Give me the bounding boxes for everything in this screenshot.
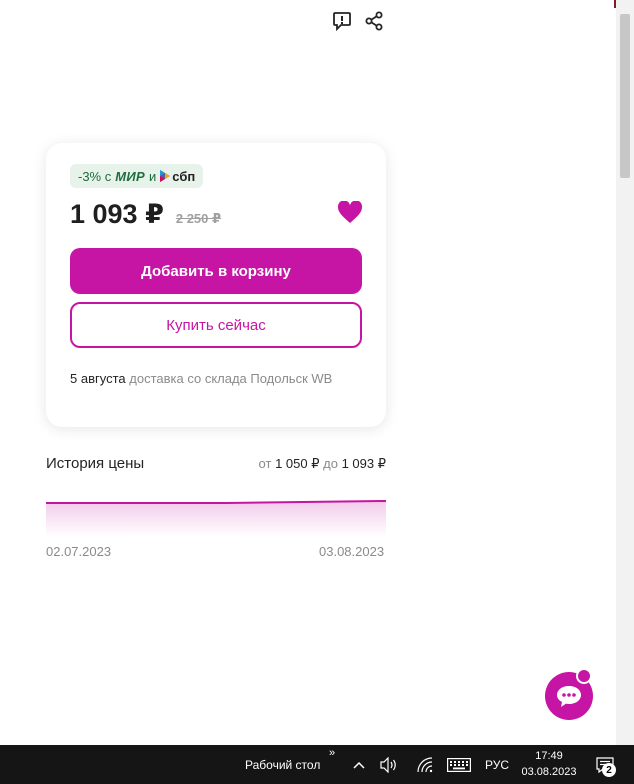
sbp-icon xyxy=(160,170,171,182)
current-price: 1 093 ₽ xyxy=(70,199,164,229)
clock-date: 03.08.2023 xyxy=(521,766,577,778)
clock-time: 17:49 xyxy=(535,750,563,762)
range-from-value: 1 050 ₽ xyxy=(275,456,320,471)
payment-promo-badge: -3% с МИР и сбп xyxy=(70,164,204,188)
tray-expand-icon[interactable] xyxy=(350,745,368,784)
history-end-date: 03.08.2023 xyxy=(319,544,385,559)
chat-icon xyxy=(557,686,581,707)
clock[interactable]: 17:49 03.08.2023 xyxy=(520,748,578,780)
mir-logo: МИР xyxy=(115,168,145,184)
range-to-value: 1 093 ₽ xyxy=(341,456,386,471)
range-from-label: от xyxy=(258,456,272,471)
report-icon[interactable] xyxy=(331,10,353,32)
add-to-cart-button[interactable]: Добавить в корзину xyxy=(70,248,362,294)
price-history-range: от 1 050 ₽ до 1 093 ₽ xyxy=(254,456,386,472)
delivery-info: 5 августа доставка со склада Подольск WB xyxy=(70,369,360,389)
price-row: 1 093 ₽ 2 250 ₽ xyxy=(70,199,221,230)
share-icon[interactable] xyxy=(363,10,385,32)
language-indicator[interactable]: РУС xyxy=(485,745,509,784)
windows-taskbar: Рабочий стол » РУС 17:49 03.08.2023 2 xyxy=(0,745,634,784)
delivery-date: 5 августа xyxy=(70,371,126,386)
toolbar-chevron[interactable]: » xyxy=(329,747,335,759)
scrollbar-thumb[interactable] xyxy=(620,14,630,178)
price-history-area xyxy=(46,501,386,537)
promo-and: и xyxy=(149,168,157,184)
keyboard-icon[interactable] xyxy=(445,745,473,784)
sbp-logo: сбп xyxy=(160,169,195,184)
old-price: 2 250 ₽ xyxy=(175,211,222,226)
promo-discount: -3% с xyxy=(78,168,112,184)
scrollbar[interactable] xyxy=(616,0,634,745)
price-history-graph[interactable] xyxy=(46,495,386,537)
chat-notification-dot xyxy=(576,668,592,684)
desktop-toolbar-label[interactable]: Рабочий стол xyxy=(245,745,320,784)
product-card: -3% с МИР и сбп 1 093 ₽ 2 250 ₽ Добавить… xyxy=(46,143,386,427)
range-to-label: до xyxy=(323,456,338,471)
notification-count-badge: 2 xyxy=(602,763,616,777)
network-icon[interactable] xyxy=(414,745,436,784)
price-history-title: История цены xyxy=(46,455,145,472)
sbp-label: сбп xyxy=(172,168,196,184)
product-actions xyxy=(331,10,385,32)
volume-icon[interactable] xyxy=(378,745,400,784)
delivery-text: доставка со склада Подольск WB xyxy=(129,371,333,386)
buy-now-button[interactable]: Купить сейчас xyxy=(70,302,362,348)
history-start-date: 02.07.2023 xyxy=(46,544,112,559)
favorite-heart-icon[interactable] xyxy=(337,200,363,225)
